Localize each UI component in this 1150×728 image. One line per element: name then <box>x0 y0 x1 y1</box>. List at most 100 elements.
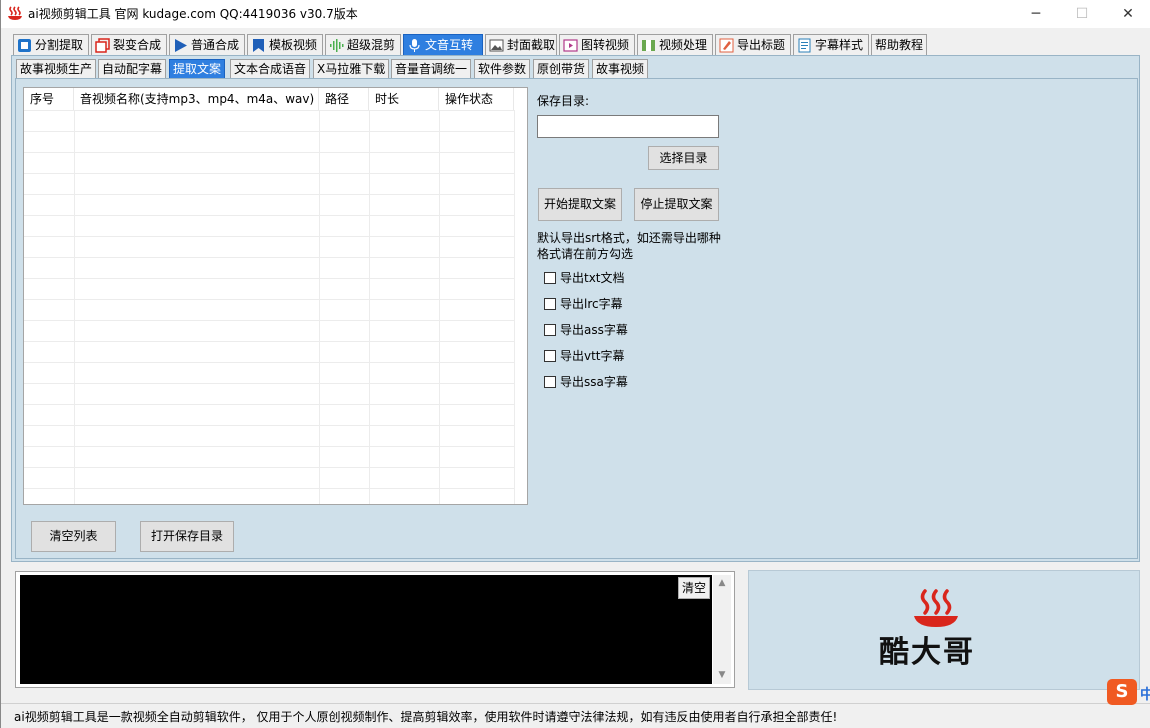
maximize-button[interactable]: ☐ <box>1059 0 1105 28</box>
grid-row-line <box>24 362 514 363</box>
image-icon <box>489 39 504 52</box>
tab-text-audio-convert[interactable]: 文音互转 <box>403 34 483 56</box>
subtab-story-video[interactable]: 故事视频 <box>592 59 649 79</box>
tab-normal-synthesis[interactable]: 普通合成 <box>169 34 245 56</box>
microphone-icon <box>409 39 420 52</box>
tab-label: 字幕样式 <box>815 38 864 52</box>
subtab-ximalaya-download[interactable]: X马拉雅下载 <box>313 59 390 79</box>
video-frame-icon <box>563 39 578 52</box>
stop-extract-button[interactable]: 停止提取文案 <box>634 188 719 221</box>
subtab-extract-copy[interactable]: 提取文案 <box>169 59 226 79</box>
column-header-duration[interactable]: 时长 <box>369 88 439 110</box>
ime-chinese-mode-icon[interactable]: 中 <box>1140 684 1150 704</box>
tab-subtitle-style[interactable]: 字幕样式 <box>793 34 869 56</box>
format-hint-line1: 默认导出srt格式，如还需导出哪种 <box>537 231 721 245</box>
open-save-dir-button[interactable]: 打开保存目录 <box>140 521 234 552</box>
tab-export-title[interactable]: 导出标题 <box>715 34 791 56</box>
checkbox-label: 导出ssa字幕 <box>560 375 628 389</box>
file-table[interactable]: 序号 音视频名称(支持mp3、mp4、m4a、wav) 路径 时长 操作状态 <box>23 87 528 505</box>
ime-sogou-icon[interactable]: S <box>1107 679 1137 705</box>
grid-row-line <box>24 446 514 447</box>
tab-label: 文音互转 <box>425 38 474 52</box>
grid-row-line <box>24 194 514 195</box>
grid-column-line <box>514 110 515 504</box>
column-header-path[interactable]: 路径 <box>319 88 369 110</box>
tab-fission-synthesis[interactable]: 裂变合成 <box>91 34 167 56</box>
grid-row-line <box>24 404 514 405</box>
tab-label: 帮助教程 <box>875 38 924 52</box>
log-area: 清空 ▲ ▼ <box>15 571 735 688</box>
subtab-auto-subtitles[interactable]: 自动配字幕 <box>98 59 167 79</box>
tab-image-to-video[interactable]: 图转视频 <box>559 34 635 56</box>
column-header-index[interactable]: 序号 <box>24 88 74 110</box>
tab-label: 视频处理 <box>659 38 708 52</box>
subtab-volume-pitch-unify[interactable]: 音量音调统一 <box>391 59 472 79</box>
tab-label: 超级混剪 <box>347 38 396 52</box>
checkbox-box[interactable] <box>544 272 556 284</box>
table-body <box>24 110 527 504</box>
checkbox-label: 导出txt文档 <box>560 271 625 285</box>
window-title: ai视频剪辑工具 官网 kudage.com QQ:4419036 v30.7版… <box>28 7 358 21</box>
log-output[interactable] <box>20 575 712 684</box>
tab-template-video[interactable]: 模板视频 <box>247 34 323 56</box>
log-scrollbar[interactable]: ▲ ▼ <box>713 575 731 684</box>
extract-copy-panel: 序号 音视频名称(支持mp3、mp4、m4a、wav) 路径 时长 操作状态 保… <box>15 78 1138 559</box>
brand-panel: 酷大哥 <box>748 570 1140 690</box>
scroll-down-icon[interactable]: ▼ <box>713 667 731 684</box>
save-dir-input[interactable] <box>537 115 719 138</box>
grid-row-line <box>24 257 514 258</box>
format-hint-line2: 格式请在前方勾选 <box>537 247 634 261</box>
tab-video-processing[interactable]: 视频处理 <box>637 34 713 56</box>
grid-row-line <box>24 341 514 342</box>
subtab-software-params[interactable]: 软件参数 <box>474 59 531 79</box>
clear-list-button[interactable]: 清空列表 <box>31 521 116 552</box>
checkbox-box[interactable] <box>544 350 556 362</box>
main-panel: 故事视频生产 自动配字幕 提取文案 文本合成语音 X马拉雅下载 音量音调统一 软… <box>11 55 1140 562</box>
checkbox-box[interactable] <box>544 298 556 310</box>
tab-label: 裂变合成 <box>113 38 162 52</box>
red-layers-icon <box>95 38 110 53</box>
checkbox-box[interactable] <box>544 324 556 336</box>
column-header-status[interactable]: 操作状态 <box>439 88 514 110</box>
grid-row-line <box>24 152 514 153</box>
status-bar: ai视频剪辑工具是一款视频全自动剪辑软件， 仅用于个人原创视频制作、提高剪辑效率… <box>1 703 1150 728</box>
tab-super-mix[interactable]: 超级混剪 <box>325 34 401 56</box>
table-header: 序号 音视频名称(支持mp3、mp4、m4a、wav) 路径 时长 操作状态 <box>24 88 527 110</box>
grid-row-line <box>24 383 514 384</box>
grid-row-line <box>24 278 514 279</box>
scroll-up-icon[interactable]: ▲ <box>713 575 731 592</box>
tab-split-extract[interactable]: 分割提取 <box>13 34 89 56</box>
film-icon <box>642 40 655 51</box>
subtab-original-sales[interactable]: 原创带货 <box>533 59 590 79</box>
bookmark-icon <box>253 39 264 52</box>
column-header-name[interactable]: 音视频名称(支持mp3、mp4、m4a、wav) <box>74 88 319 110</box>
choose-dir-button[interactable]: 选择目录 <box>648 146 719 170</box>
tab-cover-capture[interactable]: 封面截取 <box>485 34 557 56</box>
tab-help-tutorial[interactable]: 帮助教程 <box>871 34 927 56</box>
brand-name: 酷大哥 <box>879 635 975 670</box>
grid-row-line <box>24 215 514 216</box>
start-extract-button[interactable]: 开始提取文案 <box>538 188 622 221</box>
blue-square-icon <box>18 39 31 52</box>
disclaimer-text: ai视频剪辑工具是一款视频全自动剪辑软件， 仅用于个人原创视频制作、提高剪辑效率… <box>14 710 838 724</box>
grid-row-line <box>24 425 514 426</box>
waveform-icon <box>330 39 344 52</box>
tab-label: 封面截取 <box>507 38 556 52</box>
app-logo-icon <box>8 6 22 20</box>
clear-log-button[interactable]: 清空 <box>678 577 710 599</box>
tab-label: 图转视频 <box>581 38 630 52</box>
tab-label: 分割提取 <box>35 38 84 52</box>
steam-bowl-icon <box>914 589 958 627</box>
grid-row-line <box>24 131 514 132</box>
checkbox-label: 导出ass字幕 <box>560 323 628 337</box>
checkbox-box[interactable] <box>544 376 556 388</box>
grid-row-line <box>24 173 514 174</box>
subtab-text-to-speech[interactable]: 文本合成语音 <box>230 59 311 79</box>
grid-row-line <box>24 299 514 300</box>
close-button[interactable]: ✕ <box>1105 0 1150 28</box>
grid-row-line <box>24 236 514 237</box>
play-icon <box>175 39 187 52</box>
document-icon <box>798 38 811 53</box>
subtab-story-video-production[interactable]: 故事视频生产 <box>16 59 97 79</box>
minimize-button[interactable]: ─ <box>1013 0 1059 28</box>
